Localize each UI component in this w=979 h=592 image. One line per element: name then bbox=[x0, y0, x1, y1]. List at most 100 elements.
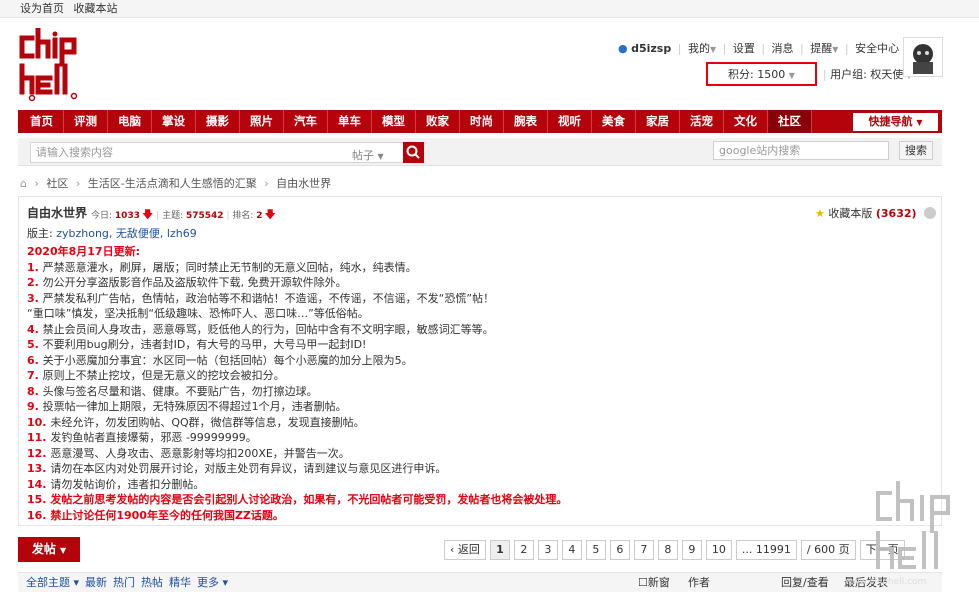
star-icon: ★ bbox=[815, 207, 825, 220]
new-post-button[interactable]: 发帖 ▼ bbox=[18, 537, 80, 562]
new-window-checkbox[interactable]: ☐新窗 bbox=[638, 573, 670, 592]
thread-filter[interactable]: 精华 bbox=[169, 576, 191, 589]
chevron-down-icon: ▼ bbox=[709, 45, 717, 54]
rule-item: 14. 请勿发帖询价，违者扣分删帖。 bbox=[27, 477, 205, 491]
nav-item[interactable]: 首页 bbox=[20, 110, 64, 133]
pager-page[interactable]: 10 bbox=[705, 540, 732, 560]
thread-filter[interactable]: 更多 ▾ bbox=[197, 576, 228, 589]
pager-page[interactable]: 3 bbox=[537, 540, 558, 560]
thread-filter[interactable]: 热门 bbox=[113, 576, 135, 589]
search-type-select[interactable]: 帖子 ▼ bbox=[352, 147, 384, 163]
my-menu[interactable]: 我的 bbox=[688, 42, 710, 55]
nav-item[interactable]: 败家 bbox=[416, 110, 460, 133]
google-search-button[interactable]: 搜索 bbox=[899, 141, 933, 160]
search-button[interactable] bbox=[403, 142, 424, 163]
security-center-link[interactable]: 安全中心 bbox=[855, 42, 899, 55]
breadcrumb: ⌂ › 社区 › 生活区-生活点滴和人生感悟的汇聚 › 自由水世界 bbox=[20, 177, 332, 190]
forum-rules: 2020年8月17日更新: 1. 严禁恶意灌水，刷屏，屠版；同时禁止无节制的无意… bbox=[27, 244, 567, 523]
nav-item[interactable]: 单车 bbox=[328, 110, 372, 133]
pager-page[interactable]: 7 bbox=[633, 540, 654, 560]
quick-nav-button[interactable]: 快捷导航 ▼ bbox=[853, 113, 938, 131]
rule-item: 5. 不要利用bug刷分，违者封ID，有大号的马甲，大号马甲一起封ID! bbox=[27, 338, 367, 351]
search-icon bbox=[406, 145, 420, 159]
chiphell-logo[interactable] bbox=[18, 27, 84, 104]
pagination: ‹ 返回 1 2 3 4 5 6 7 8 9 10... 11991/ 600 页下一页 bbox=[444, 540, 905, 560]
pager-page[interactable]: 9 bbox=[681, 540, 702, 560]
breadcrumb-current-forum[interactable]: 自由水世界 bbox=[276, 177, 331, 190]
nav-item[interactable]: 家居 bbox=[636, 110, 680, 133]
nav-item[interactable]: 活宠 bbox=[680, 110, 724, 133]
nav-item[interactable]: 时尚 bbox=[460, 110, 504, 133]
rule-item: 9. 投票帖一律加上期限，无特殊原因不得超过1个月，违者删帖。 bbox=[27, 400, 347, 413]
notifications-link[interactable]: 提醒 bbox=[810, 42, 832, 55]
rule-item: “重口味”慎发，坚决抵制“低级趣味、恐怖吓人、恶口味…”等低俗帖。 bbox=[27, 307, 369, 320]
rule-item: 2. 勿公开分享盗版影音作品及盗版软件下载, 免费开源软件除外。 bbox=[27, 276, 347, 289]
breadcrumb-community[interactable]: 社区 bbox=[46, 177, 68, 190]
user-bar: ● d5izsp | 我的▼ | 设置 | 消息 | 提醒▼ | 安全中心 | … bbox=[618, 40, 938, 56]
collapse-icon[interactable] bbox=[924, 207, 936, 219]
rule-item: 7. 原则上不禁止挖坟，但是无意义的挖坟会被扣分。 bbox=[27, 369, 285, 382]
thread-list-header: 全部主题 ▾ 最新 热门 热帖 精华 更多 ▾ ☐新窗 作者 回复/查看 最后发表 bbox=[18, 572, 942, 592]
forum-stats: 今日: 1033 🡇 | 主题: 575542 | 排名: 2 🡇 bbox=[91, 208, 276, 221]
nav-item[interactable]: 腕表 bbox=[504, 110, 548, 133]
author-column: 作者 bbox=[688, 576, 710, 589]
rule-item: 13. 请勿在本区内对处罚展开讨论，对版主处罚有异议，请到建议与意见区进行申诉。 bbox=[27, 462, 447, 475]
thread-filter[interactable]: 最新 bbox=[85, 576, 107, 589]
nav-item[interactable]: 模型 bbox=[372, 110, 416, 133]
pager-back-button[interactable]: ‹ 返回 bbox=[444, 540, 486, 560]
settings-link[interactable]: 设置 bbox=[733, 42, 755, 55]
search-bar: 请输入搜索内容 帖子 ▼ google站内搜索 搜索 bbox=[18, 138, 942, 166]
pager-page[interactable]: 1 bbox=[489, 540, 510, 560]
rule-item: 10. 未经允许，勿发团购帖、QQ群，微信群等信息，发现直接删帖。 bbox=[27, 415, 365, 429]
points-highlight[interactable]: 积分: 1500 ▼ bbox=[706, 62, 817, 86]
nav-item[interactable]: 评测 bbox=[64, 110, 108, 133]
pager-last-page[interactable]: ... 11991 bbox=[735, 540, 797, 560]
nav-item[interactable]: 掌设 bbox=[152, 110, 196, 133]
rules-title: 2020年8月17日更新: bbox=[27, 245, 140, 258]
rule-item: 1. 严禁恶意灌水，刷屏，屠版；同时禁止无节制的无意义回帖，纯水，纯表情。 bbox=[27, 260, 417, 274]
favorite-site-link[interactable]: 收藏本站 bbox=[74, 2, 118, 15]
nav-item[interactable]: 照片 bbox=[240, 110, 284, 133]
forum-title: 自由水世界 bbox=[27, 206, 88, 220]
pager-page[interactable]: 5 bbox=[585, 540, 606, 560]
watermark-url: www.chiphell.com bbox=[845, 577, 927, 587]
arrow-down-icon: 🡇 bbox=[264, 208, 276, 221]
moderator-links[interactable]: zybzhong, 无敌便便, lzh69 bbox=[56, 227, 196, 240]
reply-view-column: 回复/查看 bbox=[781, 576, 829, 589]
top-utility-bar: 设为首页 收藏本站 bbox=[0, 0, 979, 18]
set-home-link[interactable]: 设为首页 bbox=[20, 2, 64, 15]
favorite-forum-button[interactable]: ★ 收藏本版 (3632) bbox=[815, 205, 917, 221]
nav-item[interactable]: 电脑 bbox=[108, 110, 152, 133]
points-value: 积分: 1500 bbox=[728, 68, 786, 81]
chevron-down-icon: ▼ bbox=[832, 45, 839, 54]
user-group[interactable]: 用户组: 权天使 bbox=[830, 68, 903, 81]
rule-item: 12. 恶意漫骂、人身攻击、恶意影射等均扣200XE，并警告一次。 bbox=[27, 446, 350, 460]
username-link[interactable]: d5izsp bbox=[631, 42, 671, 55]
chiphell-watermark bbox=[868, 475, 976, 579]
main-nav: 首页 评测 电脑 掌设 摄影 照片 汽车 单车 模型 败家 时尚 腕表 视听 美食 家居 活宠 文化 社区 快捷导… bbox=[18, 110, 942, 133]
nav-item[interactable]: 文化 bbox=[724, 110, 768, 133]
pager-page[interactable]: 2 bbox=[513, 540, 534, 560]
google-search-input[interactable]: google站内搜索 bbox=[713, 141, 889, 160]
rule-item: 15. 发帖之前思考发帖的内容是否会引起别人讨论政治，如果有，不光回帖者可能受罚… bbox=[27, 493, 568, 506]
forum-info-box: 自由水世界 今日: 1033 🡇 | 主题: 575542 | 排名: 2 🡇 版主… bbox=[18, 196, 942, 526]
moderators: 版主: zybzhong, 无敌便便, lzh69 bbox=[27, 227, 197, 240]
rule-item: 16. 禁止讨论任何1900年至今的任何我国ZZ话题。 bbox=[27, 508, 284, 522]
pager-page[interactable]: 4 bbox=[561, 540, 582, 560]
nav-item[interactable]: 视听 bbox=[548, 110, 592, 133]
nav-item[interactable]: 汽车 bbox=[284, 110, 328, 133]
nav-item[interactable]: 社区 bbox=[768, 110, 812, 133]
messages-link[interactable]: 消息 bbox=[772, 42, 794, 55]
pager-total[interactable]: / 600 页 bbox=[800, 540, 856, 560]
rule-item: 8. 头像与签名尽量和谐、健康。不要贴广告，勿打擦边球。 bbox=[27, 384, 318, 398]
nav-item[interactable]: 摄影 bbox=[196, 110, 240, 133]
thread-filter[interactable]: 热帖 bbox=[141, 576, 163, 589]
thread-filter[interactable]: 全部主题 ▾ bbox=[26, 576, 79, 589]
breadcrumb-life-zone[interactable]: 生活区-生活点滴和人生感悟的汇聚 bbox=[88, 177, 257, 190]
home-icon[interactable]: ⌂ bbox=[20, 177, 27, 190]
nav-item[interactable]: 美食 bbox=[592, 110, 636, 133]
pager-page[interactable]: 8 bbox=[657, 540, 678, 560]
arrow-down-icon: 🡇 bbox=[141, 208, 154, 221]
avatar[interactable] bbox=[903, 37, 943, 77]
pager-page[interactable]: 6 bbox=[609, 540, 630, 560]
